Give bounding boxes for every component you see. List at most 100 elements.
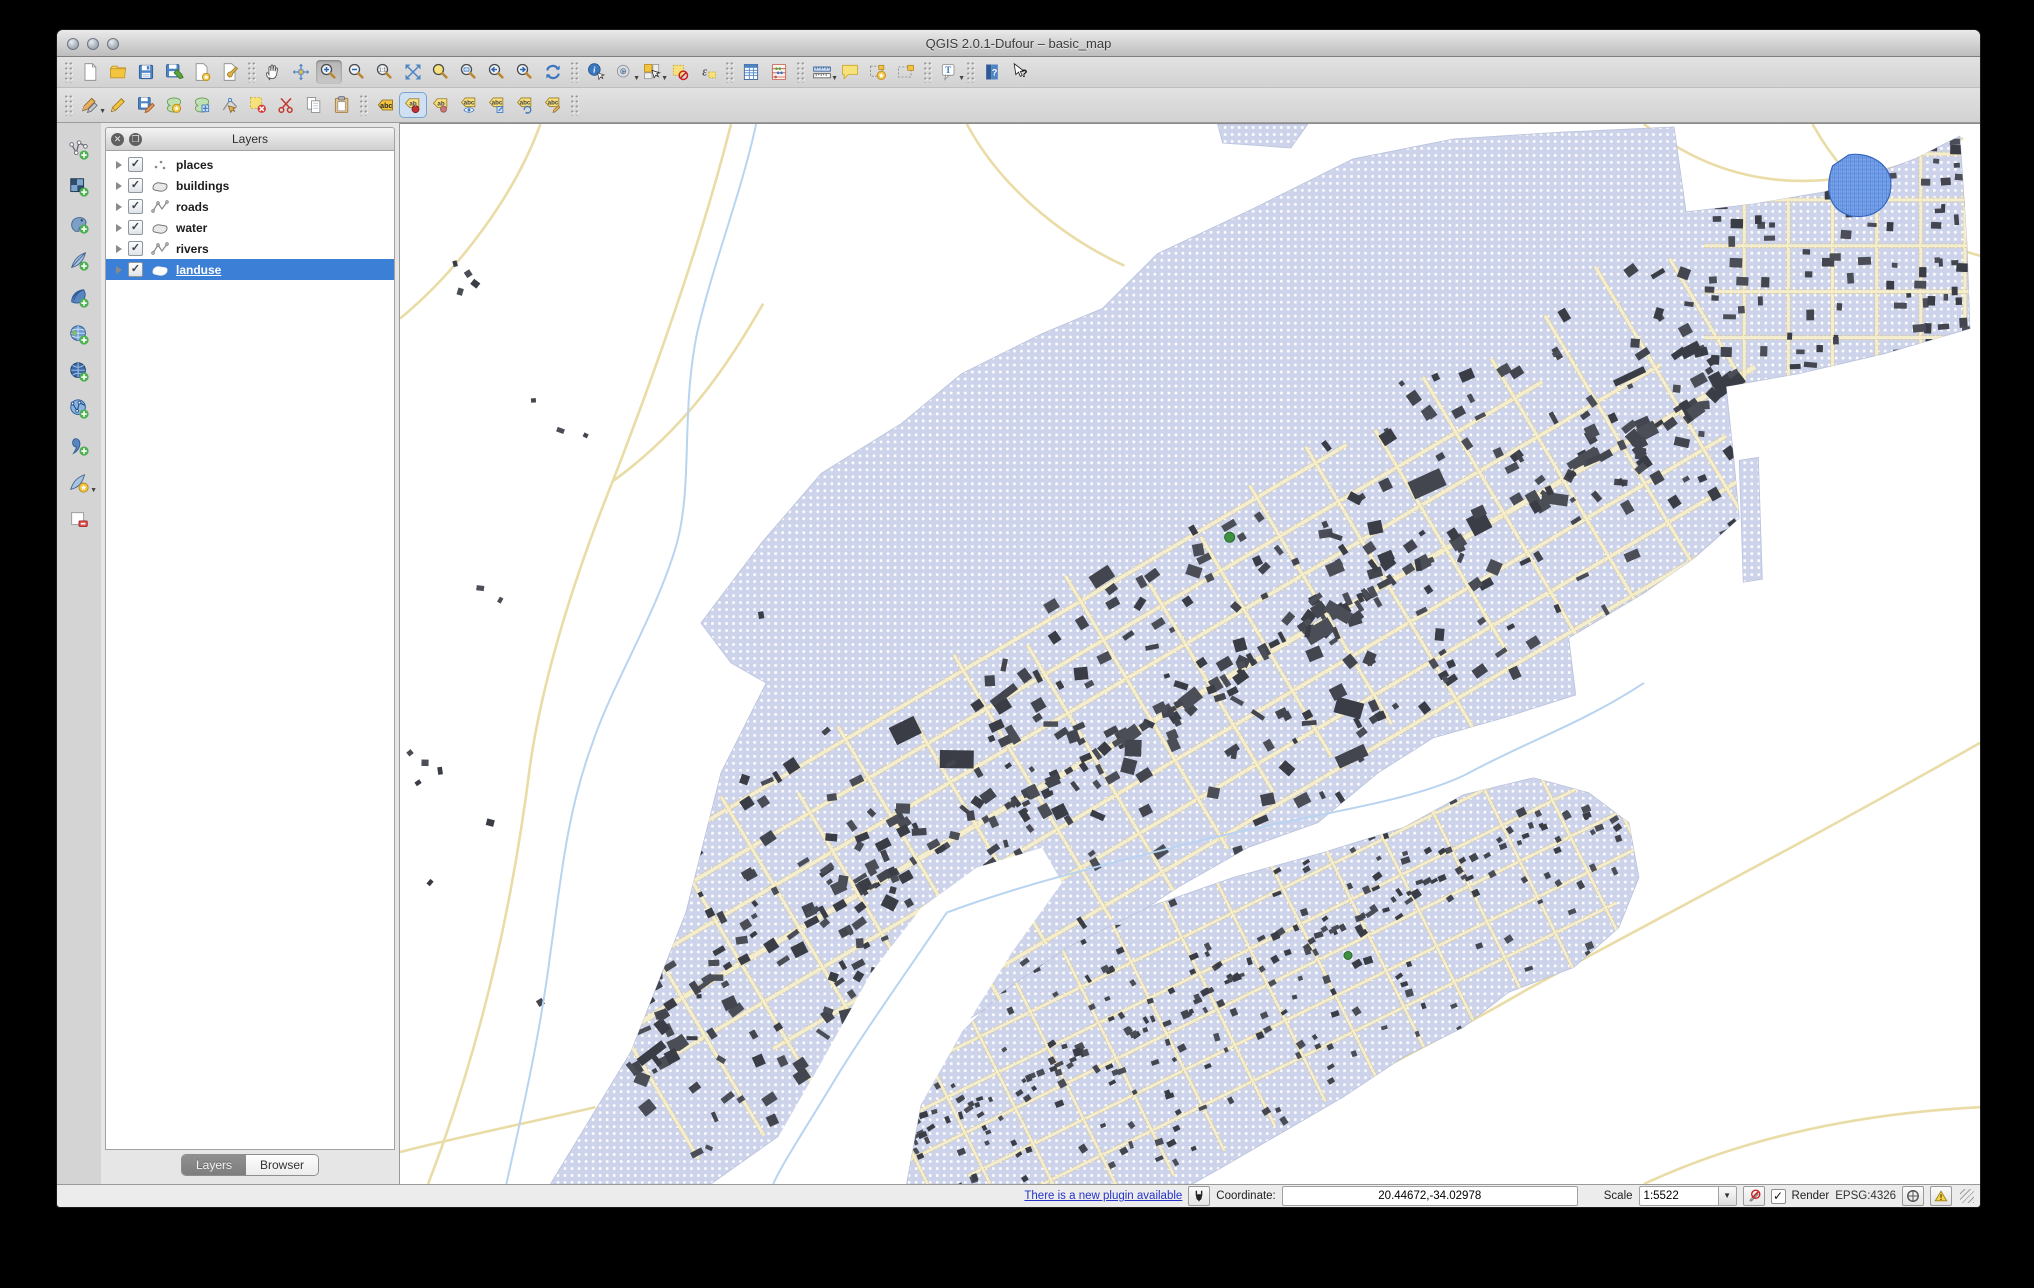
scale-field[interactable] [1639, 1186, 1718, 1206]
layer-visibility-checkbox[interactable]: ✓ [128, 241, 143, 256]
new-bookmark-button[interactable] [865, 60, 891, 84]
expand-arrow-icon[interactable] [116, 182, 122, 190]
save-layer-edits-button[interactable] [133, 93, 159, 117]
resize-grip[interactable] [1960, 1189, 1974, 1203]
field-calculator-button[interactable] [766, 60, 792, 84]
layer-item-water[interactable]: ✓water [106, 217, 394, 238]
add-wfs-layer-button[interactable] [64, 396, 94, 422]
layer-visibility-checkbox[interactable]: ✓ [128, 199, 143, 214]
add-raster-layer-button[interactable] [64, 174, 94, 200]
select-features-button[interactable]: ▼ [639, 60, 665, 84]
pan-map-button[interactable] [260, 60, 286, 84]
expand-arrow-icon[interactable] [116, 203, 122, 211]
add-vector-layer-button[interactable] [64, 137, 94, 163]
save-project-button[interactable] [133, 60, 159, 84]
copy-features-button[interactable] [301, 93, 327, 117]
toggle-pinned-labels-button[interactable] [428, 93, 454, 117]
plugin-icon[interactable] [1188, 1186, 1210, 1206]
move-label-button[interactable] [484, 93, 510, 117]
zoom-out-button[interactable] [344, 60, 370, 84]
zoom-full-button[interactable] [400, 60, 426, 84]
coordinate-field[interactable] [1282, 1186, 1578, 1206]
feature-action-button[interactable]: ▼ [611, 60, 637, 84]
measure-button[interactable]: ▼ [809, 60, 835, 84]
zoom-to-layer-button[interactable] [456, 60, 482, 84]
zoom-next-button[interactable] [512, 60, 538, 84]
add-mssql-layer-button[interactable] [64, 285, 94, 311]
identify-button[interactable] [583, 60, 609, 84]
remove-layer-button[interactable] [64, 507, 94, 533]
add-wms-layer-button[interactable] [64, 322, 94, 348]
layer-item-roads[interactable]: ✓roads [106, 196, 394, 217]
paste-features-button[interactable] [329, 93, 355, 117]
expand-arrow-icon[interactable] [116, 224, 122, 232]
layer-visibility-checkbox[interactable]: ✓ [128, 178, 143, 193]
add-wcs-layer-button[interactable] [64, 359, 94, 385]
title-bar[interactable]: QGIS 2.0.1-Dufour – basic_map [57, 30, 1980, 57]
layer-visibility-checkbox[interactable]: ✓ [128, 220, 143, 235]
dropdown-arrow-icon[interactable]: ▼ [958, 75, 965, 82]
map-tips-button[interactable] [837, 60, 863, 84]
lay-vector-icon [68, 139, 90, 161]
map-canvas[interactable] [400, 123, 1980, 1184]
log-messages-icon[interactable] [1930, 1186, 1952, 1206]
scale-combo[interactable]: ▼ [1639, 1186, 1737, 1206]
panel-float-icon[interactable]: ❐ [129, 133, 142, 146]
select-by-expression-button[interactable] [695, 60, 721, 84]
crs-status-icon[interactable] [1902, 1186, 1924, 1206]
render-checkbox[interactable]: ✓ [1771, 1189, 1786, 1204]
node-tool-button[interactable] [217, 93, 243, 117]
add-delimited-text-button[interactable] [64, 433, 94, 459]
layer-visibility-checkbox[interactable]: ✓ [128, 262, 143, 277]
save-project-as-button[interactable] [161, 60, 187, 84]
rotate-label-button[interactable] [512, 93, 538, 117]
new-plugin-link[interactable]: There is a new plugin available [1024, 1190, 1182, 1202]
refresh-button[interactable] [540, 60, 566, 84]
zoom-window-button[interactable] [107, 38, 119, 50]
stop-render-icon[interactable] [1743, 1186, 1765, 1206]
deselect-button[interactable] [667, 60, 693, 84]
layer-item-rivers[interactable]: ✓rivers [106, 238, 394, 259]
layer-visibility-checkbox[interactable]: ✓ [128, 157, 143, 172]
expand-arrow-icon[interactable] [116, 161, 122, 169]
close-window-button[interactable] [67, 38, 79, 50]
layer-item-places[interactable]: ✓places [106, 154, 394, 175]
pin-labels-button[interactable] [400, 93, 426, 117]
help-button[interactable] [979, 60, 1005, 84]
new-project-button[interactable] [77, 60, 103, 84]
layer-item-landuse[interactable]: ✓landuse [106, 259, 394, 280]
panel-tab-layers[interactable]: Layers [182, 1155, 246, 1175]
open-project-button[interactable] [105, 60, 131, 84]
zoom-last-button[interactable] [484, 60, 510, 84]
zoom-in-button[interactable] [316, 60, 342, 84]
text-annotation-button[interactable]: ▼ [936, 60, 962, 84]
panel-close-icon[interactable]: ✕ [111, 133, 124, 146]
layer-item-buildings[interactable]: ✓buildings [106, 175, 394, 196]
new-composer-button[interactable] [189, 60, 215, 84]
add-feature-button[interactable] [161, 93, 187, 117]
change-label-button[interactable] [540, 93, 566, 117]
pan-to-selection-button[interactable] [288, 60, 314, 84]
new-shapefile-layer-button[interactable]: ▼ [64, 470, 94, 496]
move-feature-button[interactable] [189, 93, 215, 117]
show-bookmarks-button[interactable] [893, 60, 919, 84]
panel-tab-browser[interactable]: Browser [246, 1155, 318, 1175]
scale-dropdown-icon[interactable]: ▼ [1718, 1186, 1737, 1206]
minimize-window-button[interactable] [87, 38, 99, 50]
delete-selected-button[interactable] [245, 93, 271, 117]
toggle-editing-button[interactable] [105, 93, 131, 117]
zoom-native-button[interactable] [372, 60, 398, 84]
add-spatialite-layer-button[interactable] [64, 248, 94, 274]
expand-arrow-icon[interactable] [116, 245, 122, 253]
attribute-table-button[interactable] [738, 60, 764, 84]
show-hide-labels-button[interactable] [456, 93, 482, 117]
cut-features-button[interactable] [273, 93, 299, 117]
zoom-to-selection-button[interactable] [428, 60, 454, 84]
dropdown-arrow-icon[interactable]: ▼ [90, 487, 97, 494]
whats-this-button[interactable] [1007, 60, 1033, 84]
expand-arrow-icon[interactable] [116, 266, 122, 274]
labeling-options-button[interactable] [372, 93, 398, 117]
current-edits-button[interactable]: ▼ [77, 93, 103, 117]
composer-manager-button[interactable] [217, 60, 243, 84]
add-postgis-layer-button[interactable] [64, 211, 94, 237]
